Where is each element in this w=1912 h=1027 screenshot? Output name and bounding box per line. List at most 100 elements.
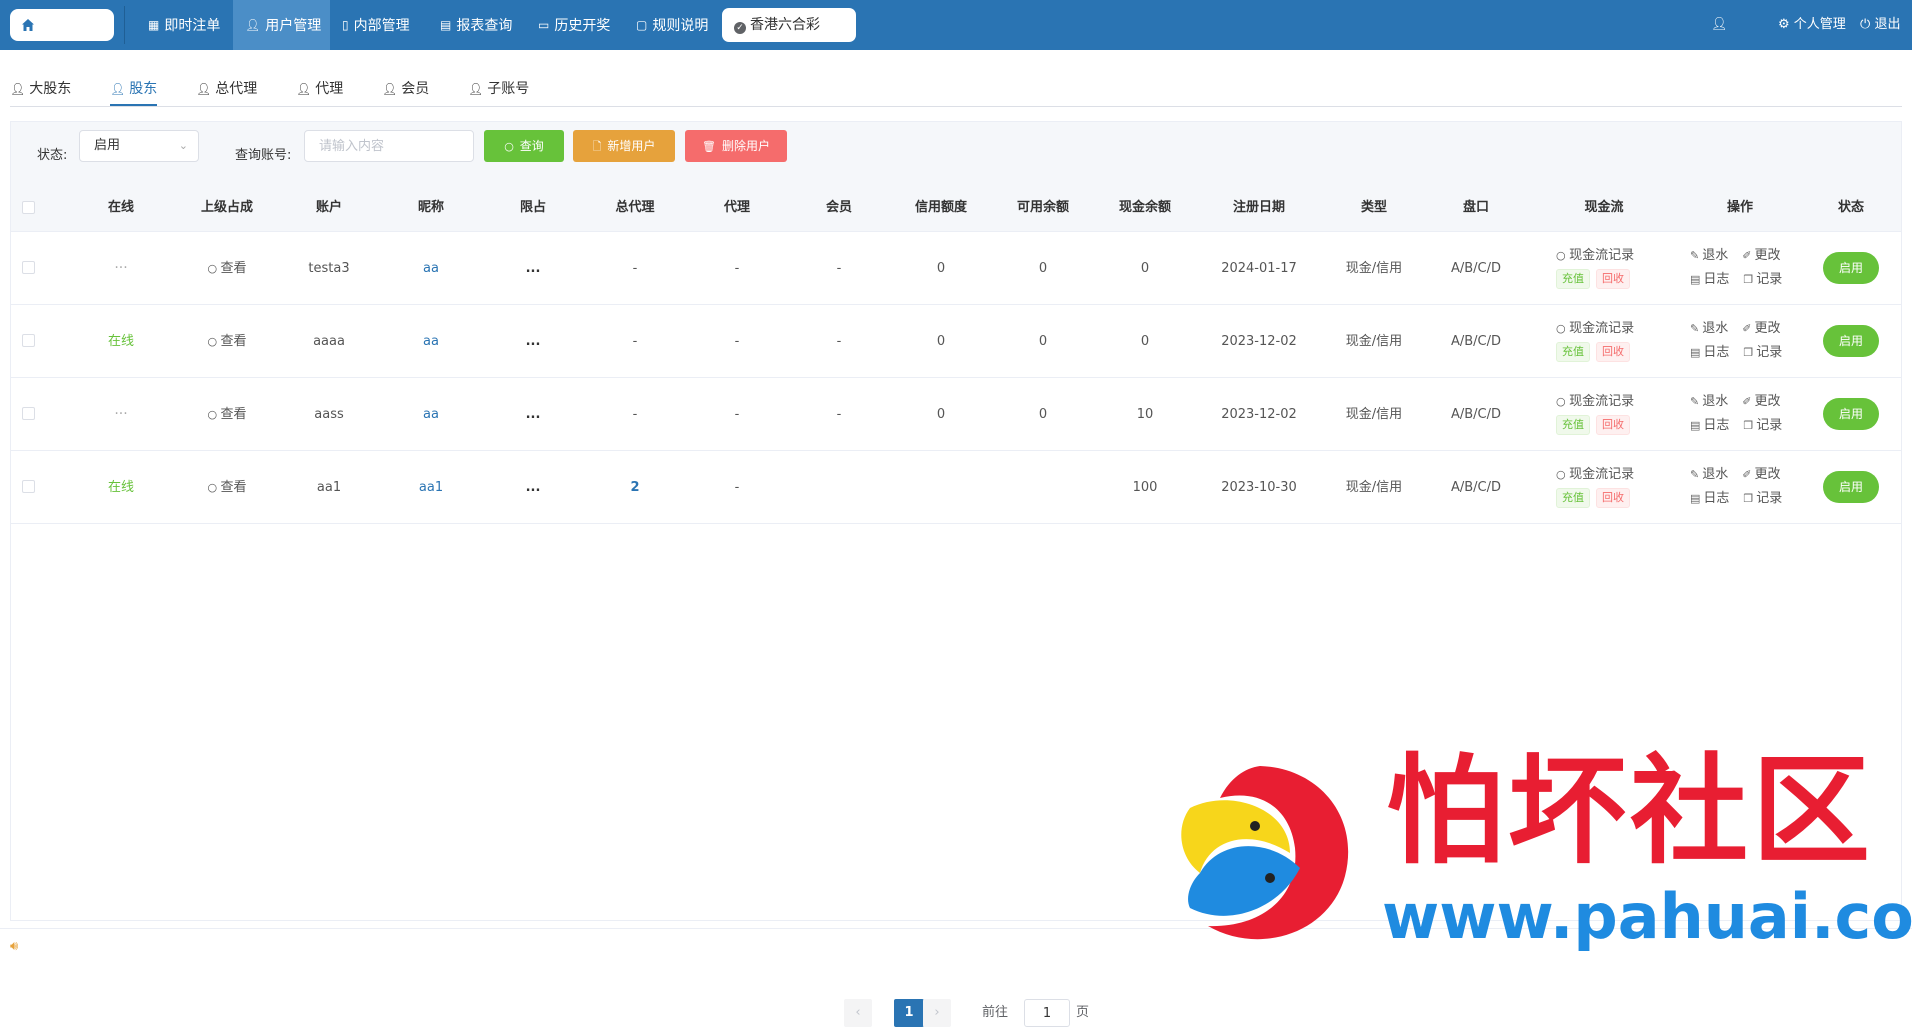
cell-type: 现金/信用 bbox=[1345, 334, 1403, 349]
copy-icon: ❐ bbox=[1743, 492, 1754, 505]
column-header: 现金余额 bbox=[1118, 200, 1172, 215]
document-icon: ▤ bbox=[1690, 492, 1701, 505]
column-header: 在线 bbox=[107, 200, 135, 215]
chevron-left-icon: ‹ bbox=[855, 1005, 861, 1020]
cell-credit: 0 bbox=[936, 261, 946, 276]
rebate-link[interactable]: ✎ 退水 bbox=[1690, 248, 1728, 263]
edit-link[interactable]: ✐ 更改 bbox=[1742, 467, 1780, 482]
cell-account: aaaa bbox=[313, 334, 345, 349]
tab-major-shareholder[interactable]: 👤︎ 大股东 bbox=[10, 78, 71, 100]
recycle-button[interactable]: 回收 bbox=[1596, 342, 1630, 362]
cell-nickname[interactable]: aa bbox=[423, 305, 439, 378]
row-checkbox[interactable] bbox=[22, 407, 35, 420]
cell-online: 在线 bbox=[107, 480, 135, 495]
watermark-text: 怕坏社区 bbox=[1386, 741, 1875, 880]
tab-agent[interactable]: 👤︎ 代理 bbox=[296, 78, 343, 100]
cashflow-record-link[interactable]: ○ 现金流记录 bbox=[1556, 465, 1652, 485]
cell-share[interactable]: ○ 查看 bbox=[207, 305, 246, 378]
query-button[interactable]: ○ 查询 bbox=[484, 130, 564, 162]
search-icon: ○ bbox=[207, 408, 221, 421]
nav-item-rules[interactable]: ▢ 规则说明 bbox=[626, 0, 718, 50]
prev-page-button[interactable]: ‹ bbox=[844, 999, 872, 1027]
column-header: 会员 bbox=[825, 200, 853, 215]
cell-type: 现金/信用 bbox=[1345, 480, 1403, 495]
tab-shareholder[interactable]: 👤︎ 股东 bbox=[110, 78, 158, 106]
cell-nickname[interactable]: aa bbox=[423, 232, 439, 305]
nav-item-internal-management[interactable]: ▯ 内部管理 bbox=[336, 0, 426, 50]
cashflow-record-link[interactable]: ○ 现金流记录 bbox=[1556, 392, 1652, 412]
page-number-current[interactable]: 1 bbox=[894, 999, 924, 1027]
personal-management-link[interactable]: ⚙ 个人管理 bbox=[1778, 0, 1846, 50]
cashflow-record-link[interactable]: ○ 现金流记录 bbox=[1556, 319, 1652, 339]
edit-link[interactable]: ✐ 更改 bbox=[1742, 321, 1780, 336]
log-link[interactable]: ▤ 日志 bbox=[1690, 491, 1729, 506]
recharge-button[interactable]: 充值 bbox=[1556, 488, 1590, 508]
rebate-link[interactable]: ✎ 退水 bbox=[1690, 321, 1728, 336]
status-toggle-button[interactable]: 启用 bbox=[1823, 252, 1879, 284]
cashflow-record-link[interactable]: ○ 现金流记录 bbox=[1556, 246, 1652, 266]
cell-nickname[interactable]: aa1 bbox=[419, 451, 443, 524]
status-toggle-button[interactable]: 启用 bbox=[1823, 325, 1879, 357]
search-icon: ○ bbox=[504, 140, 514, 153]
logout-link[interactable]: ⏻ 退出 bbox=[1860, 0, 1900, 50]
pencil-icon: ✐ bbox=[1742, 249, 1752, 262]
log-link[interactable]: ▤ 日志 bbox=[1690, 345, 1729, 360]
status-select[interactable]: 启用 ⌄ bbox=[79, 130, 199, 162]
nav-item-live-bets[interactable]: ▦ 即时注单 bbox=[136, 0, 226, 50]
avatar-icon[interactable]: 👤︎ bbox=[1711, 0, 1728, 50]
cell-share[interactable]: ○ 查看 bbox=[207, 232, 246, 305]
status-toggle-button[interactable]: 启用 bbox=[1823, 471, 1879, 503]
account-search-input[interactable] bbox=[304, 130, 474, 162]
edit-link[interactable]: ✐ 更改 bbox=[1742, 394, 1780, 409]
rebate-link[interactable]: ✎ 退水 bbox=[1690, 467, 1728, 482]
speaker-icon[interactable]: 🔊︎ bbox=[10, 939, 18, 954]
recharge-button[interactable]: 充值 bbox=[1556, 269, 1590, 289]
tab-general-agent[interactable]: 👤︎ 总代理 bbox=[196, 78, 257, 100]
account-query-label: 查询账号: bbox=[235, 148, 292, 163]
nav-item-draw-history[interactable]: ▭ 历史开奖 bbox=[530, 0, 618, 50]
status-toggle-button[interactable]: 启用 bbox=[1823, 398, 1879, 430]
delete-user-button[interactable]: 🗑︎ 删除用户 bbox=[685, 130, 787, 162]
recycle-button[interactable]: 回收 bbox=[1596, 269, 1630, 289]
cell-account: aa1 bbox=[316, 480, 342, 495]
records-link[interactable]: ❐ 记录 bbox=[1743, 418, 1782, 433]
cell-share[interactable]: ○ 查看 bbox=[207, 451, 246, 524]
search-icon: ○ bbox=[207, 481, 221, 494]
row-checkbox[interactable] bbox=[22, 261, 35, 274]
row-checkbox[interactable] bbox=[22, 480, 35, 493]
tab-member[interactable]: 👤︎ 会员 bbox=[382, 78, 429, 100]
select-all-checkbox[interactable] bbox=[22, 201, 35, 214]
add-user-button[interactable]: 🗋︎ 新增用户 bbox=[573, 130, 675, 162]
tab-sub-account[interactable]: 👤︎ 子账号 bbox=[468, 78, 529, 100]
records-link[interactable]: ❐ 记录 bbox=[1743, 345, 1782, 360]
lottery-selector[interactable]: ✓ 香港六合彩 bbox=[722, 8, 856, 42]
records-link[interactable]: ❐ 记录 bbox=[1743, 272, 1782, 287]
copy-icon: ❐ bbox=[1743, 273, 1754, 286]
cell-handicap: A/B/C/D bbox=[1450, 261, 1502, 276]
rebate-link[interactable]: ✎ 退水 bbox=[1690, 394, 1728, 409]
nav-item-user-management[interactable]: 👤︎ 用户管理 bbox=[233, 0, 330, 50]
row-checkbox[interactable] bbox=[22, 334, 35, 347]
cell-share[interactable]: ○ 查看 bbox=[207, 378, 246, 451]
recycle-button[interactable]: 回收 bbox=[1596, 415, 1630, 435]
user-icon: 👤︎ bbox=[382, 82, 398, 96]
cell-nickname[interactable]: aa bbox=[423, 378, 439, 451]
recycle-button[interactable]: 回收 bbox=[1596, 488, 1630, 508]
nav-item-report-query[interactable]: ▤ 报表查询 bbox=[432, 0, 524, 50]
recharge-button[interactable]: 充值 bbox=[1556, 415, 1590, 435]
edit-link[interactable]: ✐ 更改 bbox=[1742, 248, 1780, 263]
records-link[interactable]: ❐ 记录 bbox=[1743, 491, 1782, 506]
recharge-button[interactable]: 充值 bbox=[1556, 342, 1590, 362]
goto-page-input[interactable] bbox=[1024, 999, 1070, 1027]
cell-limit: ... bbox=[525, 261, 541, 276]
power-icon: ⏻ bbox=[1860, 17, 1871, 32]
next-page-button[interactable]: › bbox=[923, 999, 951, 1027]
cell-agent: - bbox=[734, 334, 740, 349]
log-link[interactable]: ▤ 日志 bbox=[1690, 272, 1729, 287]
home-button[interactable] bbox=[10, 9, 114, 41]
pencil-icon: ✐ bbox=[1742, 468, 1752, 481]
log-link[interactable]: ▤ 日志 bbox=[1690, 418, 1729, 433]
cell-reg-date: 2023-12-02 bbox=[1221, 334, 1297, 349]
user-icon: 👤︎ bbox=[296, 82, 312, 96]
cell-general-agent[interactable]: 2 bbox=[630, 451, 639, 524]
